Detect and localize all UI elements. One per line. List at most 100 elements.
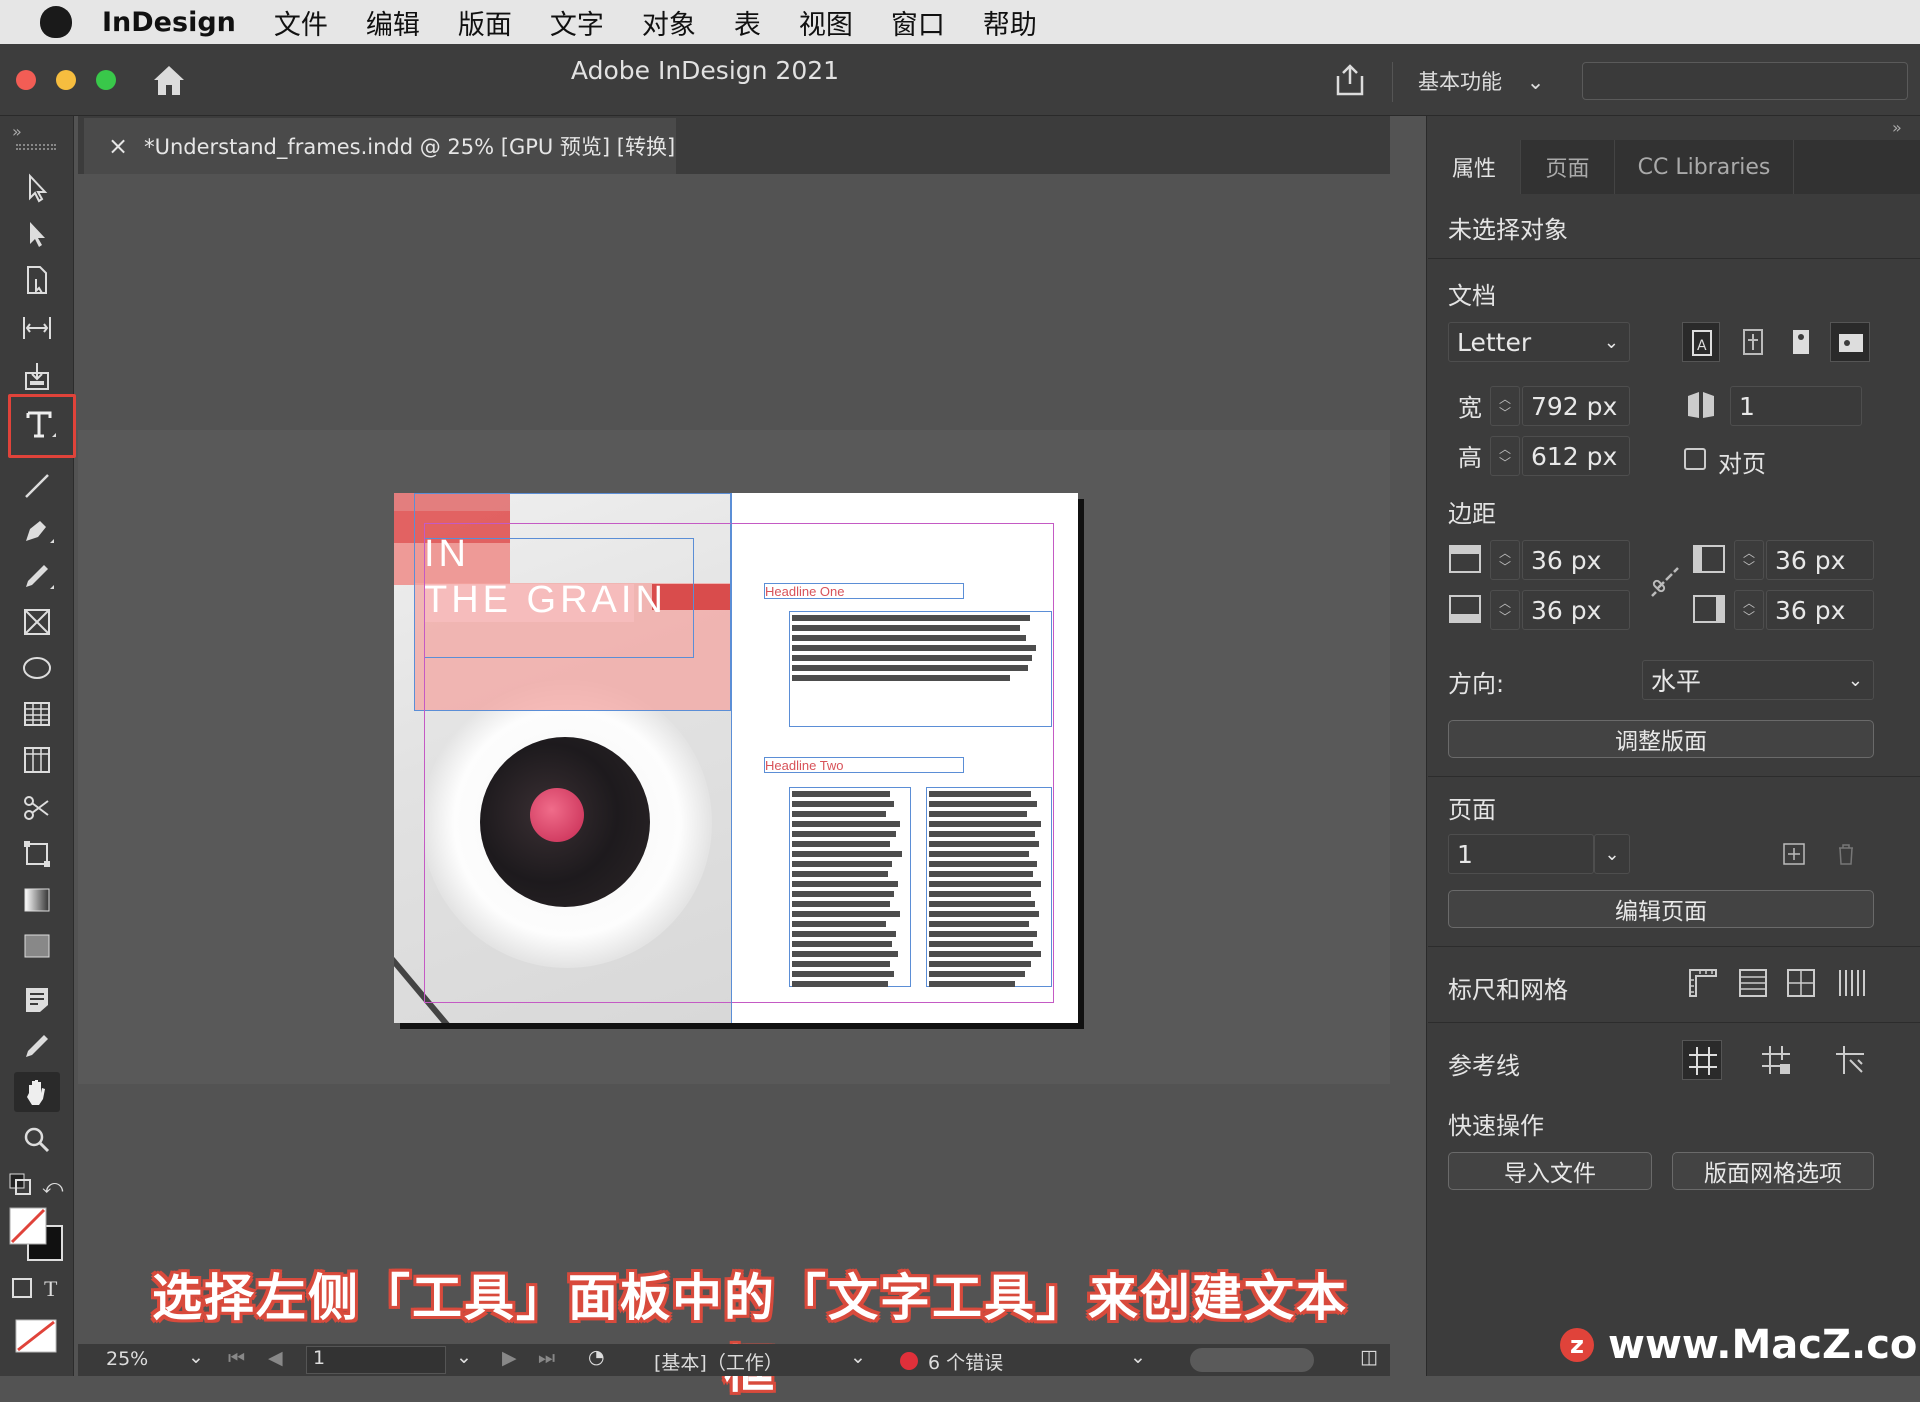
margin-bottom-input[interactable]: 36 px <box>1522 590 1630 630</box>
menu-help[interactable]: 帮助 <box>983 3 1037 42</box>
body-text-frame-2[interactable] <box>789 787 911 987</box>
chevron-down-icon[interactable]: ⌄ <box>456 1346 472 1368</box>
eyedropper-tool-icon[interactable] <box>14 1026 60 1066</box>
free-transform-tool-icon[interactable] <box>14 834 60 874</box>
type-tool-icon[interactable] <box>16 404 62 444</box>
menu-layout[interactable]: 版面 <box>458 3 512 42</box>
ruler-icon[interactable] <box>1686 966 1720 1000</box>
margin-bottom-stepper[interactable]: ︿ ﹀ <box>1490 590 1520 630</box>
layout-grid-icon[interactable] <box>1834 966 1868 1000</box>
chevron-down-icon[interactable]: ⌄ <box>188 1346 204 1368</box>
grid-tool-icon[interactable] <box>14 740 60 780</box>
pencil-tool-icon[interactable] <box>14 556 60 596</box>
document-grid-icon[interactable] <box>1784 966 1818 1000</box>
page-number-field[interactable]: 1 <box>306 1346 446 1374</box>
margin-right-input[interactable]: 36 px <box>1766 590 1874 630</box>
page-tool-icon[interactable] <box>14 260 60 300</box>
page-portrait-icon[interactable] <box>1782 322 1820 362</box>
menu-edit[interactable]: 编辑 <box>366 3 420 42</box>
direct-selection-tool-icon[interactable] <box>14 214 60 254</box>
page-select[interactable]: 1 <box>1448 834 1594 874</box>
apply-none-icon[interactable] <box>10 1316 62 1356</box>
default-fill-stroke-icon[interactable] <box>8 1172 32 1196</box>
chevron-down-icon[interactable]: ⌄ <box>850 1346 866 1368</box>
hand-tool-icon[interactable] <box>14 1072 60 1112</box>
width-input[interactable]: 792 px <box>1522 386 1630 426</box>
content-collector-icon[interactable] <box>14 356 60 396</box>
share-icon[interactable] <box>1332 62 1368 102</box>
edit-page-button[interactable]: 编辑页面 <box>1448 890 1874 928</box>
horizontal-scrollbar[interactable] <box>1190 1348 1314 1372</box>
rectangle-frame-tool-icon[interactable] <box>14 602 60 642</box>
line-tool-icon[interactable] <box>14 466 60 506</box>
add-page-icon[interactable] <box>1782 842 1806 866</box>
gradient-swatch-tool-icon[interactable] <box>14 880 60 920</box>
menu-file[interactable]: 文件 <box>274 3 328 42</box>
last-page-icon[interactable]: ⏭ <box>538 1347 555 1369</box>
height-input[interactable]: 612 px <box>1522 436 1630 476</box>
margin-left-input[interactable]: 36 px <box>1766 540 1874 580</box>
menu-object[interactable]: 对象 <box>642 3 696 42</box>
link-margins-icon[interactable] <box>1648 566 1682 600</box>
lock-guides-icon[interactable] <box>1756 1040 1796 1080</box>
collapse-dock-icon[interactable]: » <box>1892 118 1902 137</box>
tab-pages[interactable]: 页面 <box>1520 140 1614 194</box>
headline-two-frame[interactable]: Headline Two <box>764 757 964 773</box>
zoom-level[interactable]: 25% <box>106 1348 148 1370</box>
swap-fill-stroke-icon[interactable]: ⤺ <box>42 1174 63 1198</box>
width-stepper[interactable]: ︿ ﹀ <box>1490 386 1520 426</box>
document-tab[interactable]: × *Understand_frames.indd @ 25% [GPU 预览]… <box>84 118 676 174</box>
selection-tool-icon[interactable] <box>14 168 60 208</box>
apple-icon[interactable] <box>40 6 72 38</box>
fill-stroke-swatch-icon[interactable] <box>8 1206 66 1264</box>
orientation-select[interactable]: 水平 ⌄ <box>1642 660 1874 700</box>
margin-right-stepper[interactable]: ︿ ﹀ <box>1734 590 1764 630</box>
headline-one-frame[interactable]: Headline One <box>764 583 964 599</box>
margin-top-stepper[interactable]: ︿ ﹀ <box>1490 540 1520 580</box>
workspace-switcher[interactable]: 基本功能 ⌄ <box>1418 66 1544 96</box>
preflight-profile-icon[interactable]: ◔ <box>588 1346 605 1368</box>
formatting-text-icon[interactable]: T <box>44 1276 57 1302</box>
search-input[interactable] <box>1582 62 1908 100</box>
table-tool-icon[interactable] <box>14 694 60 734</box>
page-size-select[interactable]: Letter ⌄ <box>1448 322 1630 362</box>
pen-tool-icon[interactable] <box>14 510 60 550</box>
page-landscape-icon[interactable] <box>1830 322 1870 362</box>
pages-count-input[interactable]: 1 <box>1730 386 1862 426</box>
close-tab-icon[interactable]: × <box>108 132 128 160</box>
ellipse-tool-icon[interactable] <box>14 648 60 688</box>
baseline-grid-icon[interactable] <box>1736 966 1770 1000</box>
next-page-icon[interactable]: ▶ <box>502 1347 517 1369</box>
page-select-dropdown[interactable]: ⌄ <box>1594 834 1630 874</box>
margin-top-input[interactable]: 36 px <box>1522 540 1630 580</box>
delete-page-icon[interactable] <box>1834 842 1858 866</box>
tab-cc-libraries[interactable]: CC Libraries <box>1614 140 1794 194</box>
menu-table[interactable]: 表 <box>734 3 761 42</box>
error-count[interactable]: 6 个错误 <box>928 1348 1003 1375</box>
note-tool-icon[interactable] <box>14 980 60 1020</box>
layout-grid-options-button[interactable]: 版面网格选项 <box>1672 1152 1874 1190</box>
height-stepper[interactable]: ︿ ﹀ <box>1490 436 1520 476</box>
gradient-feather-tool-icon[interactable] <box>14 926 60 966</box>
chevron-down-icon[interactable]: ⌄ <box>1130 1346 1146 1368</box>
spread-page[interactable]: IN THE GRAIN Headline One Headline Two <box>394 493 1078 1023</box>
smart-guides-icon[interactable] <box>1830 1040 1870 1080</box>
first-page-icon[interactable]: ⏮ <box>228 1347 245 1369</box>
import-file-button[interactable]: 导入文件 <box>1448 1152 1652 1190</box>
previous-page-icon[interactable]: ◀ <box>268 1347 283 1369</box>
panel-grip[interactable] <box>16 144 56 150</box>
body-text-frame-3[interactable] <box>926 787 1052 987</box>
margin-left-stepper[interactable]: ︿ ﹀ <box>1734 540 1764 580</box>
orientation-portrait-icon[interactable]: A <box>1682 322 1720 362</box>
menu-type[interactable]: 文字 <box>550 3 604 42</box>
zoom-tool-icon[interactable] <box>14 1120 60 1160</box>
show-guides-icon[interactable] <box>1682 1040 1722 1080</box>
split-view-icon[interactable]: ◫ <box>1360 1346 1378 1368</box>
menu-window[interactable]: 窗口 <box>891 3 945 42</box>
menu-app-name[interactable]: InDesign <box>102 7 236 38</box>
menu-view[interactable]: 视图 <box>799 3 853 42</box>
adjust-layout-button[interactable]: 调整版面 <box>1448 720 1874 758</box>
body-text-frame-1[interactable] <box>789 611 1052 727</box>
gap-tool-icon[interactable] <box>14 308 60 348</box>
facing-pages-checkbox[interactable] <box>1684 448 1706 470</box>
